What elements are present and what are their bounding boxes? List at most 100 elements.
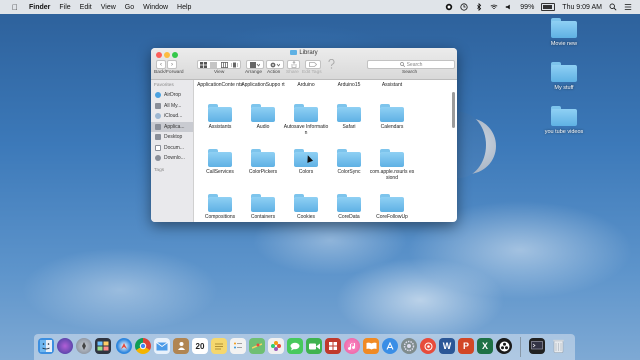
obs-dock-icon[interactable] — [496, 338, 512, 354]
battery-percent[interactable]: 99% — [520, 4, 534, 11]
sidebar-item-airdrop[interactable]: AirDrop — [151, 90, 193, 101]
maps-dock-icon[interactable] — [249, 338, 265, 354]
messages-dock-icon[interactable] — [287, 338, 303, 354]
word-dock-icon[interactable]: W — [439, 338, 455, 354]
menu-help[interactable]: Help — [177, 4, 191, 11]
wifi-icon[interactable] — [490, 3, 498, 11]
siri-dock-icon[interactable] — [57, 338, 73, 354]
desktop-folder-my-stuff[interactable]: My stuff — [534, 62, 594, 91]
menu-app-finder[interactable]: Finder — [29, 4, 50, 11]
view-segmented-control[interactable] — [197, 60, 241, 69]
excel-dock-icon[interactable]: X — [477, 338, 493, 354]
folder-name: CoreFollowUp — [376, 214, 408, 220]
action-button[interactable] — [266, 60, 284, 69]
record-circle-icon — [424, 342, 432, 350]
edit-tags-button[interactable] — [305, 60, 321, 69]
folder-item[interactable]: Compositions — [197, 194, 243, 220]
contacts-dock-icon[interactable] — [173, 338, 189, 354]
folder-item[interactable]: Assistant — [369, 82, 415, 88]
calendar-dock-icon[interactable]: 20 — [192, 338, 208, 354]
clock[interactable]: Thu 9:09 AM — [562, 4, 602, 11]
desktop-folder-movie-new[interactable]: Movie new — [534, 18, 594, 47]
folder-item[interactable]: com.apple.nsurls essiond — [369, 149, 415, 181]
list-view-icon[interactable] — [210, 62, 218, 68]
sidebar-item-desktop[interactable]: Desktop — [151, 132, 193, 143]
folder-item[interactable]: CoreFollowUp — [369, 194, 415, 220]
sidebar-item-downloads[interactable]: Downlo... — [151, 153, 193, 164]
folder-item[interactable]: CoreData — [326, 194, 372, 220]
share-button[interactable] — [287, 60, 300, 69]
safari-dock-icon[interactable] — [116, 338, 132, 354]
folder-item[interactable]: CallServices — [197, 149, 243, 175]
spotlight-search-icon[interactable] — [609, 3, 617, 11]
powerpoint-dock-icon[interactable]: P — [458, 338, 474, 354]
itunes-dock-icon[interactable] — [344, 338, 360, 354]
folder-item[interactable]: Audio — [240, 104, 286, 130]
finder-sidebar: Favorites AirDrop All My... iCloud... Ap… — [151, 80, 194, 222]
folder-item[interactable]: ColorSync — [326, 149, 372, 175]
menu-go[interactable]: Go — [125, 4, 134, 11]
folder-item[interactable]: Assistants — [197, 104, 243, 130]
reminders-dock-icon[interactable] — [230, 338, 246, 354]
folder-item[interactable]: Arduino — [283, 82, 329, 88]
help-question-icon[interactable] — [328, 59, 335, 69]
sidebar-item-all-my-files[interactable]: All My... — [151, 101, 193, 112]
cover-flow-view-icon[interactable] — [231, 62, 239, 68]
photos-flower-icon — [271, 341, 281, 351]
folder-item[interactable]: Calendars — [369, 104, 415, 130]
folder-item[interactable]: ApplicationSuppo rt — [240, 82, 286, 88]
icon-view-icon[interactable] — [199, 61, 207, 68]
photos-dock-icon[interactable] — [268, 338, 284, 354]
sidebar-item-label: Applica... — [164, 123, 185, 130]
ibooks-dock-icon[interactable] — [363, 338, 379, 354]
launchpad-dock-icon[interactable] — [76, 338, 92, 354]
finder-dock-icon[interactable] — [38, 338, 54, 354]
window-title: Library — [151, 50, 457, 56]
app-store-dock-icon[interactable] — [382, 338, 398, 354]
search-label: Search — [402, 70, 418, 75]
bluetooth-icon[interactable] — [475, 3, 483, 11]
folder-item[interactable]: Autosave Information — [283, 104, 329, 136]
volume-icon[interactable] — [505, 3, 513, 11]
folder-item[interactable]: Colors — [283, 149, 329, 175]
menu-view[interactable]: View — [101, 4, 116, 11]
menu-file[interactable]: File — [59, 4, 70, 11]
folder-item[interactable]: ApplicationConte nts — [197, 82, 243, 88]
sidebar-item-applications[interactable]: Applica... — [151, 121, 193, 132]
notes-dock-icon[interactable] — [211, 338, 227, 354]
sidebar-item-icloud[interactable]: iCloud... — [151, 111, 193, 122]
notification-center-icon[interactable] — [624, 3, 632, 11]
folder-icon — [551, 18, 577, 38]
time-machine-icon[interactable] — [460, 3, 468, 11]
photo-booth-dock-icon[interactable] — [325, 338, 341, 354]
apple-menu-icon[interactable]:  — [10, 3, 20, 12]
folder-item[interactable]: Arduino15 — [326, 82, 372, 88]
back-button[interactable]: ‹ — [156, 60, 166, 69]
sidebar-item-documents[interactable]: Docum... — [151, 143, 193, 154]
column-view-icon[interactable] — [220, 61, 228, 68]
chrome-dock-icon[interactable] — [135, 338, 151, 354]
facetime-dock-icon[interactable] — [306, 338, 322, 354]
trash-dock-icon[interactable] — [550, 338, 566, 354]
folder-item[interactable]: Safari — [326, 104, 372, 130]
folder-item[interactable]: ColorPickers — [240, 149, 286, 175]
forward-button[interactable]: › — [167, 60, 177, 69]
battery-icon[interactable] — [541, 3, 556, 11]
mission-control-dock-icon[interactable] — [95, 338, 111, 354]
arrange-button[interactable] — [246, 60, 264, 69]
sidebar-item-label: Downlo... — [164, 155, 185, 162]
compass-icon — [121, 343, 127, 349]
menu-window[interactable]: Window — [143, 4, 168, 11]
folder-item[interactable]: Cookies — [283, 194, 329, 220]
folder-item[interactable]: Containers — [240, 194, 286, 220]
vertical-scrollbar[interactable] — [452, 92, 455, 128]
system-preferences-dock-icon[interactable] — [401, 338, 417, 354]
search-input[interactable]: Search — [367, 60, 455, 69]
desktop-folder-label: My stuff — [554, 85, 574, 91]
itunes-connect-dock-icon[interactable] — [420, 338, 436, 354]
menu-edit[interactable]: Edit — [80, 4, 92, 11]
desktop-folder-you-tube-videos[interactable]: you tube videos — [534, 106, 594, 135]
mail-dock-icon[interactable] — [154, 338, 170, 354]
record-icon[interactable] — [445, 3, 453, 11]
terminal-dock-icon[interactable] — [529, 338, 545, 354]
